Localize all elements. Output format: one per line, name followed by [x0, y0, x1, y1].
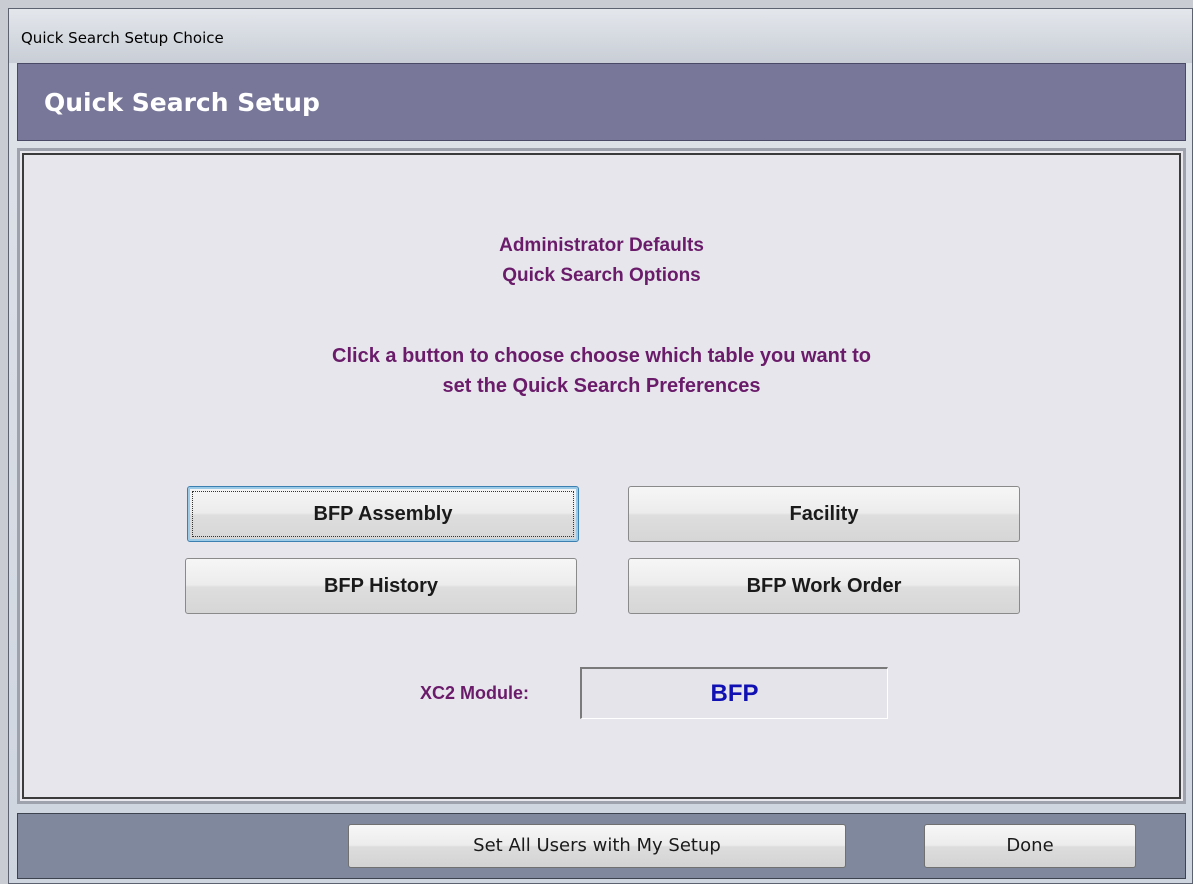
done-button[interactable]: Done [924, 824, 1136, 868]
quick-search-setup-window: Quick Search Setup Choice Quick Search S… [8, 8, 1193, 884]
header-band: Quick Search Setup [17, 63, 1186, 141]
bfp-assembly-button[interactable]: BFP Assembly [187, 486, 579, 542]
facility-button[interactable]: Facility [628, 486, 1020, 542]
instruction-line-2: set the Quick Search Preferences [442, 375, 761, 397]
content-panel-inner: Administrator Defaults Quick Search Opti… [22, 153, 1181, 799]
window-titlebar[interactable]: Quick Search Setup Choice [9, 9, 1192, 63]
window-title: Quick Search Setup Choice [21, 29, 224, 47]
bfp-work-order-button[interactable]: BFP Work Order [628, 558, 1020, 614]
xc2-module-field: BFP [580, 667, 888, 719]
bfp-assembly-button-label: BFP Assembly [313, 503, 453, 525]
footer-band: Set All Users with My Setup Done [17, 813, 1186, 879]
facility-button-label: Facility [789, 503, 859, 525]
bfp-work-order-button-label: BFP Work Order [746, 575, 902, 597]
set-all-users-button[interactable]: Set All Users with My Setup [348, 824, 846, 868]
bfp-history-button-label: BFP History [323, 575, 439, 597]
heading-quick-search-options: Quick Search Options [502, 265, 701, 286]
instruction-line-1: Click a button to choose choose which ta… [332, 345, 871, 367]
page-title: Quick Search Setup [44, 88, 320, 117]
heading-administrator-defaults: Administrator Defaults [499, 235, 704, 256]
xc2-module-label: XC2 Module: [420, 683, 530, 703]
bfp-history-button[interactable]: BFP History [185, 558, 577, 614]
content-panel: Administrator Defaults Quick Search Opti… [17, 148, 1186, 804]
